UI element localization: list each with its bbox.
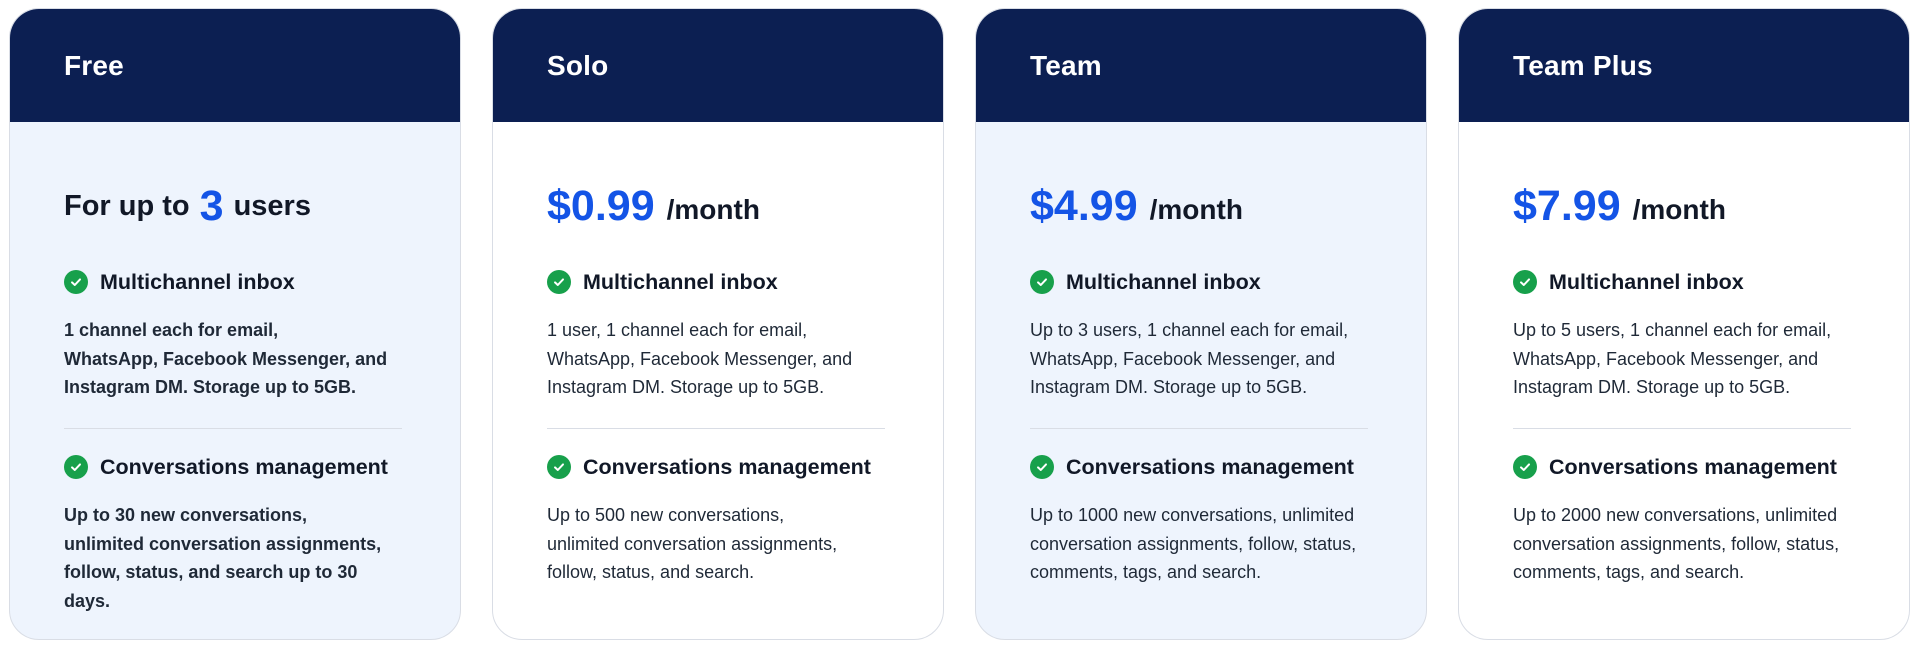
check-circle-icon xyxy=(547,455,571,479)
plan-header: Free xyxy=(10,9,460,122)
divider xyxy=(1030,427,1368,429)
plan-header: Solo xyxy=(493,9,943,122)
plan-body: $4.99 /month Multichannel inbox Up to 3 … xyxy=(976,168,1426,587)
plan-card-solo[interactable]: Solo $0.99 /month Multichannel inbox 1 u… xyxy=(492,8,944,640)
feature-title-row: Conversations management xyxy=(64,447,406,487)
feature-description: 1 channel each for email, WhatsApp, Face… xyxy=(64,320,388,397)
price-period: /month xyxy=(666,194,760,225)
plan-body: For up to 3 users Multichannel inbox 1 c… xyxy=(10,168,460,615)
feature-title: Multichannel inbox xyxy=(1549,269,1744,294)
plan-card-team-plus[interactable]: Team Plus $7.99 /month Multichannel inbo… xyxy=(1458,8,1910,640)
check-circle-icon xyxy=(1513,455,1537,479)
feature-title: Multichannel inbox xyxy=(100,269,295,294)
plan-body: $7.99 /month Multichannel inbox Up to 5 … xyxy=(1459,168,1909,587)
users-prefix: For up to xyxy=(64,189,190,222)
check-circle-icon xyxy=(64,455,88,479)
price-row: $0.99 /month xyxy=(547,168,889,244)
feature-conversations-management: Conversations management Up to 30 new co… xyxy=(64,447,406,615)
users-count: 3 xyxy=(199,181,224,230)
feature-conversations-management: Conversations management Up to 500 new c… xyxy=(547,447,889,587)
check-circle-icon xyxy=(64,270,88,294)
check-circle-icon xyxy=(547,270,571,294)
feature-title: Multichannel inbox xyxy=(1066,269,1261,294)
plan-header: Team xyxy=(976,9,1426,122)
plan-name: Team Plus xyxy=(1513,49,1653,81)
feature-multichannel-inbox: Multichannel inbox Up to 5 users, 1 chan… xyxy=(1513,262,1855,402)
feature-description: Up to 30 new conversations, unlimited co… xyxy=(64,505,382,611)
feature-title-row: Multichannel inbox xyxy=(1030,262,1372,302)
feature-description: 1 user, 1 channel each for email, WhatsA… xyxy=(547,320,853,397)
feature-title: Multichannel inbox xyxy=(583,269,778,294)
feature-multichannel-inbox: Multichannel inbox 1 channel each for em… xyxy=(64,262,406,402)
feature-description: Up to 3 users, 1 channel each for email,… xyxy=(1030,320,1349,397)
feature-description: Up to 2000 new conversations, unlimited … xyxy=(1513,505,1840,582)
feature-title-row: Multichannel inbox xyxy=(547,262,889,302)
plan-price: $4.99 xyxy=(1030,181,1138,230)
feature-title-row: Conversations management xyxy=(1030,447,1372,487)
feature-title: Conversations management xyxy=(100,454,388,479)
price-period: /month xyxy=(1149,194,1243,225)
feature-description: Up to 500 new conversations, unlimited c… xyxy=(547,505,838,582)
plan-card-team[interactable]: Team $4.99 /month Multichannel inbox Up … xyxy=(975,8,1427,640)
feature-description: Up to 1000 new conversations, unlimited … xyxy=(1030,505,1357,582)
check-circle-icon xyxy=(1513,270,1537,294)
feature-title-row: Multichannel inbox xyxy=(64,262,406,302)
divider xyxy=(1513,427,1851,429)
feature-title-row: Conversations management xyxy=(1513,447,1855,487)
check-circle-icon xyxy=(1030,455,1054,479)
feature-conversations-management: Conversations management Up to 1000 new … xyxy=(1030,447,1372,587)
divider xyxy=(64,427,402,429)
plan-name: Team xyxy=(1030,49,1102,81)
price-period: /month xyxy=(1632,194,1726,225)
plan-price: $7.99 xyxy=(1513,181,1621,230)
check-circle-icon xyxy=(1030,270,1054,294)
users-suffix: users xyxy=(233,189,311,222)
feature-conversations-management: Conversations management Up to 2000 new … xyxy=(1513,447,1855,587)
plan-price: $0.99 xyxy=(547,181,655,230)
feature-title: Conversations management xyxy=(1066,454,1354,479)
plan-body: $0.99 /month Multichannel inbox 1 user, … xyxy=(493,168,943,587)
feature-multichannel-inbox: Multichannel inbox 1 user, 1 channel eac… xyxy=(547,262,889,402)
price-row: $4.99 /month xyxy=(1030,168,1372,244)
plan-header: Team Plus xyxy=(1459,9,1909,122)
pricing-plans: Free For up to 3 users Multichannel inbo… xyxy=(0,0,1920,648)
users-line: For up to 3 users xyxy=(64,182,311,231)
feature-description: Up to 5 users, 1 channel each for email,… xyxy=(1513,320,1832,397)
feature-title-row: Multichannel inbox xyxy=(1513,262,1855,302)
feature-title: Conversations management xyxy=(1549,454,1837,479)
plan-name: Free xyxy=(64,49,124,81)
feature-multichannel-inbox: Multichannel inbox Up to 3 users, 1 chan… xyxy=(1030,262,1372,402)
plan-name: Solo xyxy=(547,49,609,81)
users-row: For up to 3 users xyxy=(64,168,406,244)
feature-title: Conversations management xyxy=(583,454,871,479)
feature-title-row: Conversations management xyxy=(547,447,889,487)
divider xyxy=(547,427,885,429)
plan-card-free[interactable]: Free For up to 3 users Multichannel inbo… xyxy=(9,8,461,640)
price-row: $7.99 /month xyxy=(1513,168,1855,244)
